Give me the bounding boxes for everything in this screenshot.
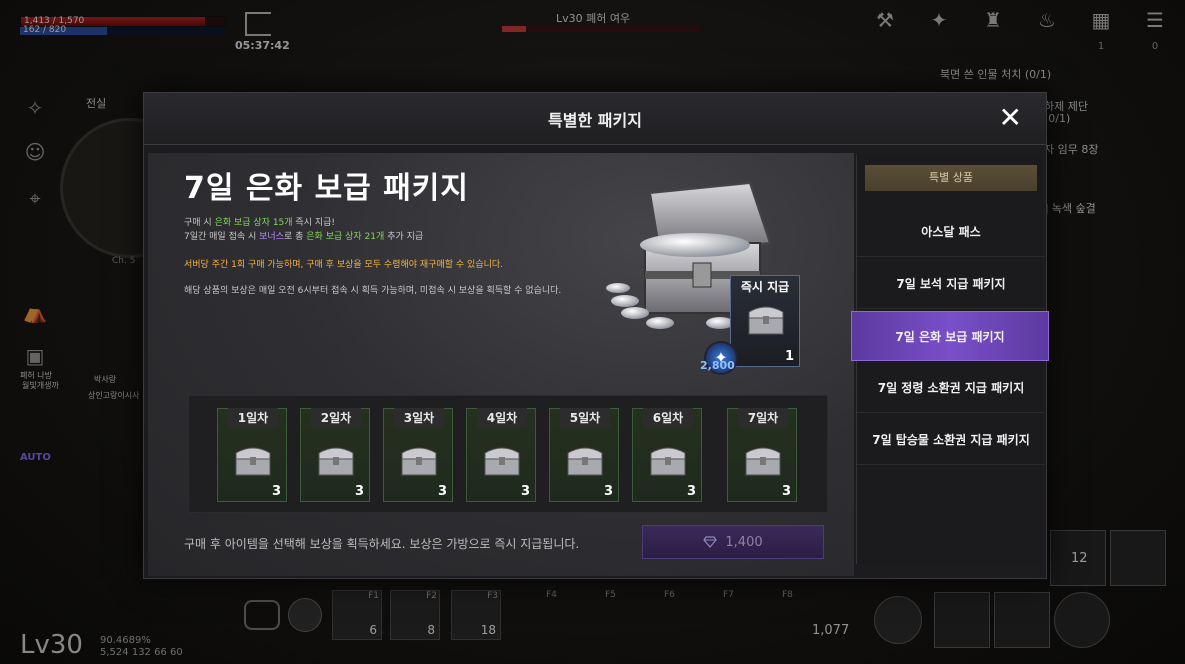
package-note: 해당 상품의 보상은 매일 오전 6시부터 접속 시 획득 가능하며, 미접속 … [184,286,562,296]
chest-icon [748,306,784,335]
day-label: 7일차 [738,408,788,428]
day-reward[interactable]: 3일차 3 [383,408,453,502]
day-label: 2일차 [311,408,361,428]
bonus-amount: 2,800 [700,359,735,372]
package-item[interactable]: 7일 보석 지급 패키지 [857,259,1045,309]
day-count: 3 [520,484,530,499]
day-count: 3 [354,484,364,499]
desc-text: 구매 시 [184,218,215,228]
chest-icon [567,447,603,476]
day-count: 3 [437,484,447,499]
price-label: 1,400 [725,534,763,550]
desc-text: 7일간 매일 접속 시 [184,232,260,242]
desc-text: 즉시 지급! [292,218,336,228]
package-warning: 서버당 주간 1회 구매 가능하며, 구매 후 보상을 모두 수령해야 재구매할… [184,260,504,270]
instant-count: 1 [784,349,794,364]
day-label: 6일차 [643,408,693,428]
desc-highlight: 보너스 [259,232,284,242]
chest-icon [650,447,686,476]
diamond-icon [703,536,718,548]
modal-title: 특별한 패키지 [548,110,642,130]
package-title: 7일 은화 보급 패키지 [184,171,470,206]
instant-label: 즉시 지급 [740,280,790,294]
day-count: 3 [686,484,696,499]
day-label: 1일차 [228,408,278,428]
chest-icon [484,447,520,476]
desc-text: 로 총 [283,232,307,242]
day-reward[interactable]: 2일차 3 [300,408,370,502]
modal-header: 특별한 패키지 ✕ [144,93,1046,145]
day-label: 4일차 [477,408,527,428]
day-label: 3일차 [394,408,444,428]
day-reward[interactable]: 5일차 3 [549,408,619,502]
buy-button[interactable]: 1,400 [642,525,824,559]
close-icon[interactable]: ✕ [999,104,1022,132]
day-count: 3 [603,484,613,499]
day-reward[interactable]: 7일차 3 [727,408,797,502]
special-package-modal: 특별한 패키지 ✕ 7일 은화 보급 패키지 구매 시 은화 보급 상자 15개… [143,92,1049,579]
day-reward[interactable]: 1일차 3 [217,408,287,502]
chest-icon [745,447,781,476]
package-item[interactable]: 아스달 패스 [857,207,1045,257]
day-reward[interactable]: 4일차 3 [466,408,536,502]
desc-highlight: 은화 보급 상자 15개 [214,218,293,228]
package-list: 특별 상품 아스달 패스 7일 보석 지급 패키지 7일 은화 보급 패키지 7… [851,155,1049,564]
package-desc-line: 7일간 매일 접속 시 보너스로 총 은화 보급 상자 21개 추가 지급 [184,231,423,244]
package-item[interactable]: 7일 탑승물 소환권 지급 패키지 [857,415,1045,465]
day-count: 3 [271,484,281,499]
desc-text: 추가 지급 [384,232,424,242]
package-detail: 7일 은화 보급 패키지 구매 시 은화 보급 상자 15개 즉시 지급! 7일… [148,153,854,576]
category-header: 특별 상품 [865,165,1037,191]
chest-icon [318,447,354,476]
package-desc-line: 구매 시 은화 보급 상자 15개 즉시 지급! [184,217,335,230]
instant-reward-box[interactable]: 즉시 지급 1 [730,275,800,367]
daily-rewards-panel: 1일차 3 2일차 3 3일차 3 4일차 3 5일차 3 6일차 3 7일차 … [188,395,828,513]
footer-note: 구매 후 아이템을 선택해 보상을 획득하세요. 보상은 가방으로 즉시 지급됩… [184,537,580,551]
chest-icon [235,447,271,476]
day-label: 5일차 [560,408,610,428]
chest-icon [401,447,437,476]
day-count: 3 [781,484,791,499]
day-reward[interactable]: 6일차 3 [632,408,702,502]
package-item-selected[interactable]: 7일 은화 보급 패키지 [851,311,1049,361]
desc-highlight: 은화 보급 상자 21개 [306,232,385,242]
package-item[interactable]: 7일 정령 소환권 지급 패키지 [857,363,1045,413]
